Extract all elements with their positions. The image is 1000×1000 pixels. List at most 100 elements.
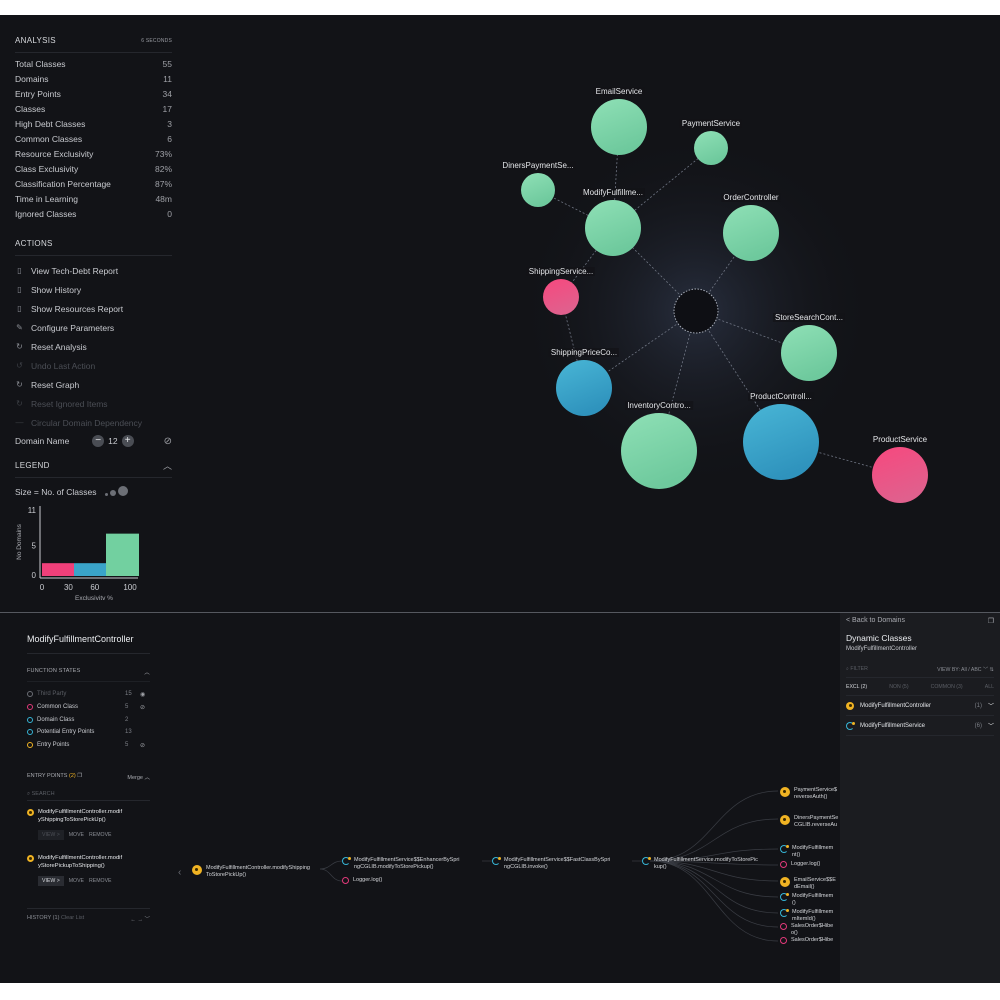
action-item[interactable]: ▯ Show Resources Report xyxy=(15,299,172,318)
move-button[interactable]: MOVE xyxy=(69,832,84,838)
analysis-title: ANALYSIS xyxy=(15,36,56,45)
dash-icon: — xyxy=(15,418,24,427)
flow-node[interactable]: ModifyFulfillmentService.modifyToStorePi… xyxy=(642,857,758,871)
call-flow-graph[interactable]: ModifyFulfillmentController.modifyShippi… xyxy=(170,613,840,983)
action-item[interactable]: — Circular Domain Dependency xyxy=(15,413,172,432)
entry-point-icon xyxy=(780,877,790,887)
flow-node[interactable]: Logger.log() xyxy=(342,877,382,884)
domain-node[interactable] xyxy=(591,99,647,155)
flow-node[interactable]: PaymentService$ reverseAuth() xyxy=(780,787,837,801)
collapse-left-icon[interactable]: ‹ xyxy=(178,867,181,878)
class-tab[interactable]: NON (5) xyxy=(889,684,908,695)
decrement-button[interactable]: − xyxy=(92,435,105,447)
view-button[interactable]: VIEW > xyxy=(38,830,64,841)
view-button[interactable]: VIEW > xyxy=(38,876,64,887)
visibility-icon[interactable]: ⊘ xyxy=(140,742,150,749)
center-node[interactable] xyxy=(673,288,719,334)
action-label: Show Resources Report xyxy=(31,303,124,314)
chevron-down-icon[interactable]: ﹀ xyxy=(988,701,994,710)
flow-node[interactable]: ModifyFulfillmem () xyxy=(780,893,833,907)
entry-points-search[interactable]: ⌕ SEARCH xyxy=(27,787,150,802)
visibility-icon[interactable]: ⊘ xyxy=(140,704,150,711)
flow-node[interactable]: ModifyFulfillmem nt() xyxy=(780,845,833,859)
function-state-row[interactable]: Domain Class 2 xyxy=(27,713,150,726)
stat-label: Ignored Classes xyxy=(15,209,77,219)
domain-node[interactable] xyxy=(521,173,555,207)
chevron-up-icon[interactable]: ︿ xyxy=(144,668,150,681)
eye-slash-icon[interactable]: ⊘ xyxy=(164,436,172,447)
class-tab[interactable]: COMMON (3) xyxy=(931,684,963,695)
action-item[interactable]: ▯ Show History xyxy=(15,280,172,299)
action-item[interactable]: ▯ View Tech-Debt Report xyxy=(15,261,172,280)
function-state-row[interactable]: Third Party 15 ◉ xyxy=(27,688,150,701)
remove-button[interactable]: REMOVE xyxy=(89,878,111,884)
function-state-row[interactable]: Potential Entry Points 13 xyxy=(27,726,150,739)
action-item[interactable]: ↻ Reset Graph xyxy=(15,375,172,394)
flow-node-label: ModifyFulfillmentController.modifyShippi… xyxy=(206,865,310,878)
chevron-up-icon[interactable]: ︿ xyxy=(163,459,172,472)
back-to-domains-link[interactable]: < Back to Domains xyxy=(846,617,905,627)
flow-node[interactable]: Logger.log() xyxy=(780,861,820,868)
action-item[interactable]: ✎ Configure Parameters xyxy=(15,318,172,337)
domain-node[interactable] xyxy=(723,205,779,261)
actions-header: ACTIONS xyxy=(15,236,172,256)
class-rows: ModifyFulfillmentController (1) ﹀ ModifyFul… xyxy=(840,696,1000,736)
flow-node[interactable]: DinersPaymentSe CGLIB.reverseAu xyxy=(780,815,838,829)
chevron-down-icon[interactable]: ﹀ xyxy=(988,721,994,730)
domain-node[interactable] xyxy=(743,404,819,480)
chevron-up-icon[interactable]: ︿ xyxy=(144,775,150,781)
domain-node[interactable] xyxy=(872,447,928,503)
flow-node[interactable]: SalesOrder$Hibe xyxy=(780,937,833,944)
action-item[interactable]: ↻ Reset Ignored Items xyxy=(15,394,172,413)
remove-button[interactable]: REMOVE xyxy=(89,832,111,838)
move-button[interactable]: MOVE xyxy=(69,878,84,884)
back-arrow-icon[interactable]: ← xyxy=(130,917,136,923)
sort-icon[interactable]: ⇅ xyxy=(990,667,994,673)
filter-input[interactable]: ⌕ FILTER xyxy=(846,666,868,677)
increment-button[interactable]: + xyxy=(121,435,134,447)
action-item[interactable]: ↻ Reset Analysis xyxy=(15,337,172,356)
clear-list-button[interactable]: Clear List xyxy=(61,915,84,921)
forward-arrow-icon[interactable]: → xyxy=(137,917,143,923)
copy-icon[interactable]: ❐ xyxy=(77,773,82,779)
domain-node[interactable] xyxy=(543,279,579,315)
flow-node[interactable]: EmailService$$E dEmail() xyxy=(780,877,836,891)
class-tab[interactable]: EXCL (2) xyxy=(846,684,867,695)
flow-node[interactable]: SalesOrder$Hibe o() xyxy=(780,923,833,937)
flow-node[interactable]: ModifyFulfillmentController.modifyShippi… xyxy=(192,865,310,879)
domain-node[interactable] xyxy=(781,325,837,381)
action-item[interactable]: ↺ Undo Last Action xyxy=(15,356,172,375)
merge-button[interactable]: Merge xyxy=(127,775,143,781)
stat-row: Resource Exclusivity 73% xyxy=(15,147,172,162)
view-by-select[interactable]: VIEW BY: All / ABC xyxy=(937,667,981,673)
common-class-icon xyxy=(780,937,787,944)
potential-entry-icon xyxy=(846,721,855,730)
flow-node[interactable]: ModifyFulfillmentService$$EnhancerBySpri… xyxy=(342,857,459,871)
history-row: HISTORY (1) Clear List ← → ﹀ xyxy=(27,908,150,923)
domain-node-label: ProductService xyxy=(870,435,930,444)
entry-points-title: ENTRY POINTS xyxy=(27,773,68,780)
flow-edge xyxy=(319,860,343,870)
domain-node[interactable] xyxy=(556,360,612,416)
domain-node[interactable] xyxy=(621,413,697,489)
stat-label: Domains xyxy=(15,74,49,84)
chevron-down-icon[interactable]: ﹀ xyxy=(144,917,150,923)
flow-node[interactable]: ModifyFulfillmentService$$FastClassBySpr… xyxy=(492,857,610,871)
domain-graph[interactable]: EmailService PaymentService DinersPaymentS… xyxy=(190,15,1000,612)
function-state-row[interactable]: Entry Points 5 ⊘ xyxy=(27,739,150,752)
undo-icon: ↺ xyxy=(16,361,23,370)
potential-entry-icon xyxy=(780,909,789,917)
panel-title: Dynamic Classes xyxy=(846,633,912,643)
flow-node[interactable]: ModifyFulfillmem mItemId() xyxy=(780,909,833,923)
class-row[interactable]: ModifyFulfillmentController (1) ﹀ xyxy=(846,696,994,716)
class-tab[interactable]: ALL xyxy=(985,684,994,695)
function-state-row[interactable]: Common Class 5 ⊘ xyxy=(27,701,150,714)
copy-icon[interactable]: ❐ xyxy=(988,617,994,627)
state-label: Domain Class xyxy=(37,716,75,723)
chevron-down-icon[interactable]: ﹀ xyxy=(983,667,988,673)
visibility-icon[interactable]: ◉ xyxy=(140,691,150,698)
domain-node-label: StoreSearchCont... xyxy=(772,313,846,322)
class-row[interactable]: ModifyFulfillmentService (6) ﹀ xyxy=(846,716,994,736)
domain-node[interactable] xyxy=(585,200,641,256)
domain-node[interactable] xyxy=(694,131,728,165)
